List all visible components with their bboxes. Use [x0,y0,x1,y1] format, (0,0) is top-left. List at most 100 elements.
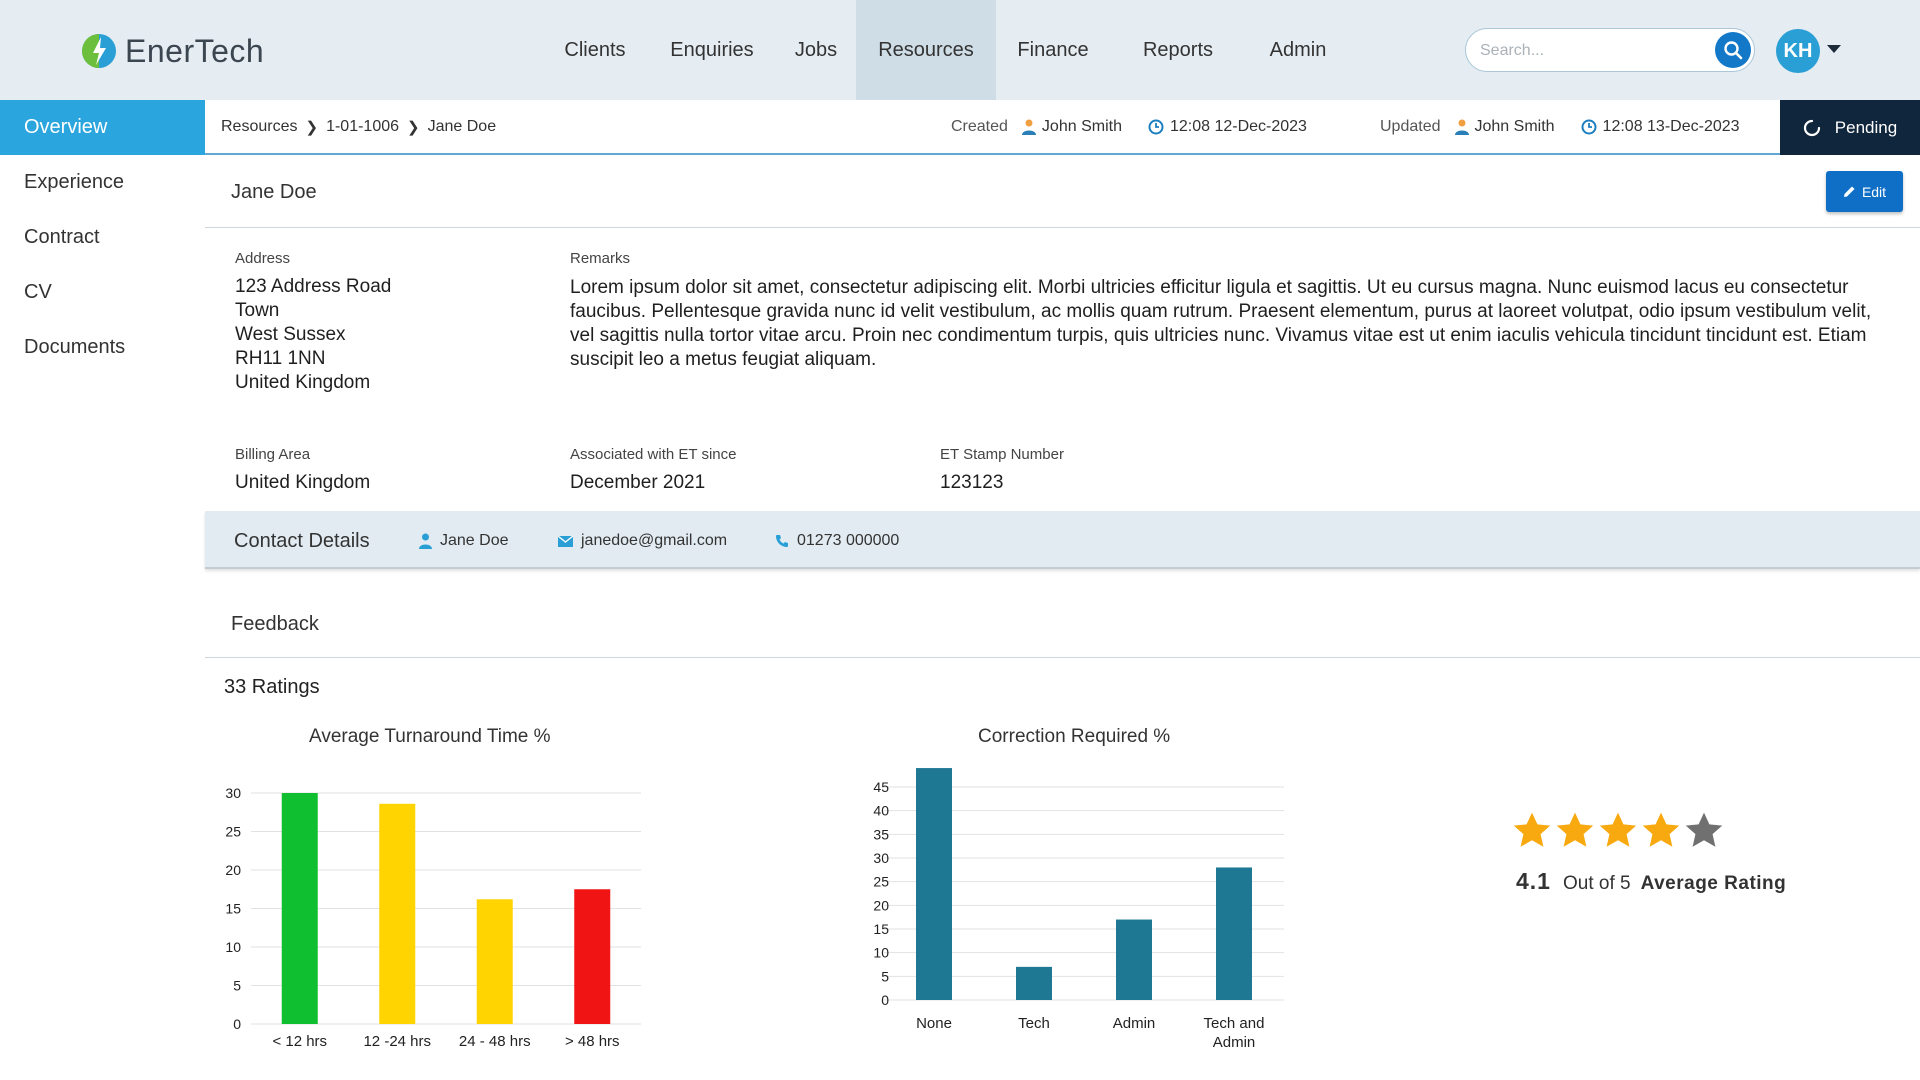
y-tick-label: 35 [873,826,889,842]
status-text: Pending [1834,117,1898,137]
contact-details-title: Contact Details [234,530,370,552]
contact-email-text: janedoe@gmail.com [581,532,728,549]
associated-since-label: Associated with ET since [570,446,737,463]
star-rating [1511,810,1726,853]
record-header: Resources ❯ 1-01-1006 ❯ Jane Doe Created… [205,100,1920,155]
app-logo[interactable]: EnerTech [79,30,264,72]
edit-button[interactable]: Edit [1826,171,1903,212]
updated-by: John Smith [1474,118,1555,135]
created-label: Created [951,118,1008,135]
refresh-icon [1803,119,1820,136]
sidebar-item-documents[interactable]: Documents [0,320,205,375]
contact-phone[interactable]: 01273 000000 [775,532,899,550]
y-tick-label: 15 [873,921,889,937]
y-tick-label: 20 [873,897,889,913]
billing-area-value: United Kingdom [235,472,371,493]
search-button[interactable] [1715,32,1751,68]
mail-icon [558,535,573,547]
y-tick-label: 10 [225,939,241,955]
x-tick-label: > 48 hrs [565,1033,620,1050]
sidebar: Overview Experience Contract CV Document… [0,100,205,375]
phone-icon [776,535,788,547]
pencil-icon [1843,186,1855,197]
y-tick-label: 25 [225,824,241,840]
x-tick-label: 12 -24 hrs [363,1033,431,1050]
y-tick-label: 40 [873,803,889,819]
person-icon [1021,119,1036,135]
nav-jobs[interactable]: Jobs [776,0,856,100]
y-tick-label: 20 [225,862,241,878]
breadcrumb: Resources ❯ 1-01-1006 ❯ Jane Doe [221,118,496,136]
ratings-count: 33 Ratings [224,676,320,698]
feedback-header: Feedback [205,585,1920,658]
address-line: United Kingdom [235,372,371,393]
breadcrumb-current: Jane Doe [427,118,497,135]
top-navigation-bar: EnerTech Clients Enquiries Jobs Resource… [0,0,1920,100]
search-icon [1724,41,1743,60]
remarks-label: Remarks [570,250,631,267]
star-empty-icon [1683,810,1726,853]
y-tick-label: 45 [873,779,889,795]
billing-area-label: Billing Area [235,446,311,463]
bar [1116,919,1152,1000]
chart-title-turnaround: Average Turnaround Time % [309,726,551,747]
status-badge[interactable]: Pending [1780,100,1920,155]
chevron-right-icon: ❯ [305,119,319,136]
breadcrumb-record-id[interactable]: 1-01-1006 [326,118,399,136]
stamp-number-value: 123123 [940,472,1004,493]
nav-reports[interactable]: Reports [1110,0,1246,100]
breadcrumb-resources[interactable]: Resources [221,118,297,136]
y-tick-label: 5 [233,978,241,994]
page-title: Jane Doe [231,181,317,203]
person-icon [1454,119,1469,135]
nav-clients[interactable]: Clients [542,0,648,100]
bar [574,889,611,1024]
feedback-title: Feedback [231,613,319,635]
y-tick-label: 15 [225,901,241,917]
nav-enquiries[interactable]: Enquiries [648,0,776,100]
edit-label: Edit [1861,183,1887,200]
address-value: 123 Address Road Town West Sussex RH11 1… [235,275,391,395]
address-line: West Sussex [235,324,346,345]
bar [281,793,318,1024]
sidebar-item-experience[interactable]: Experience [0,155,205,210]
contact-email[interactable]: janedoe@gmail.com [558,532,727,550]
contact-details-bar: Contact Details Jane Doe janedoe@gmail.c… [205,511,1920,569]
created-info: Created John Smith 12:08 12-Dec-2023 [951,118,1307,136]
search-box [1465,28,1755,72]
nav-resources[interactable]: Resources [856,0,996,100]
y-tick-label: 5 [881,968,889,984]
main-nav: Clients Enquiries Jobs Resources Finance… [542,0,1350,100]
y-tick-label: 30 [873,850,889,866]
updated-label: Updated [1380,118,1441,135]
sidebar-item-cv[interactable]: CV [0,265,205,320]
created-at: 12:08 12-Dec-2023 [1169,118,1307,135]
user-avatar[interactable]: KH [1776,29,1820,73]
bar [379,803,416,1024]
star-filled-icon [1640,810,1683,853]
contact-name-text: Jane Doe [440,532,509,549]
rating-out-of: Out of 5 [1562,873,1631,894]
y-tick-label: 30 [225,785,241,801]
star-filled-icon [1511,810,1554,853]
x-tick-label: Admin [1213,1034,1256,1051]
x-tick-label: Tech [1018,1015,1050,1032]
clock-icon [1581,119,1597,135]
nav-admin[interactable]: Admin [1246,0,1350,100]
nav-finance[interactable]: Finance [996,0,1110,100]
search-input[interactable] [1480,39,1690,63]
y-tick-label: 0 [233,1016,241,1032]
address-line: 123 Address Road [235,276,392,297]
chevron-down-icon[interactable] [1827,45,1841,53]
x-tick-label: 24 - 48 hrs [459,1033,531,1050]
average-rating: 4.1 Out of 5 Average Rating [1516,868,1786,895]
x-tick-label: None [916,1015,952,1032]
contact-phone-text: 01273 000000 [797,532,900,549]
chart-title-correction: Correction Required % [978,726,1171,747]
address-label: Address [235,250,291,267]
sidebar-item-contract[interactable]: Contract [0,210,205,265]
rating-value: 4.1 [1516,868,1551,894]
bar [1016,966,1052,1000]
clock-icon [1148,119,1164,135]
sidebar-item-overview[interactable]: Overview [0,100,205,155]
